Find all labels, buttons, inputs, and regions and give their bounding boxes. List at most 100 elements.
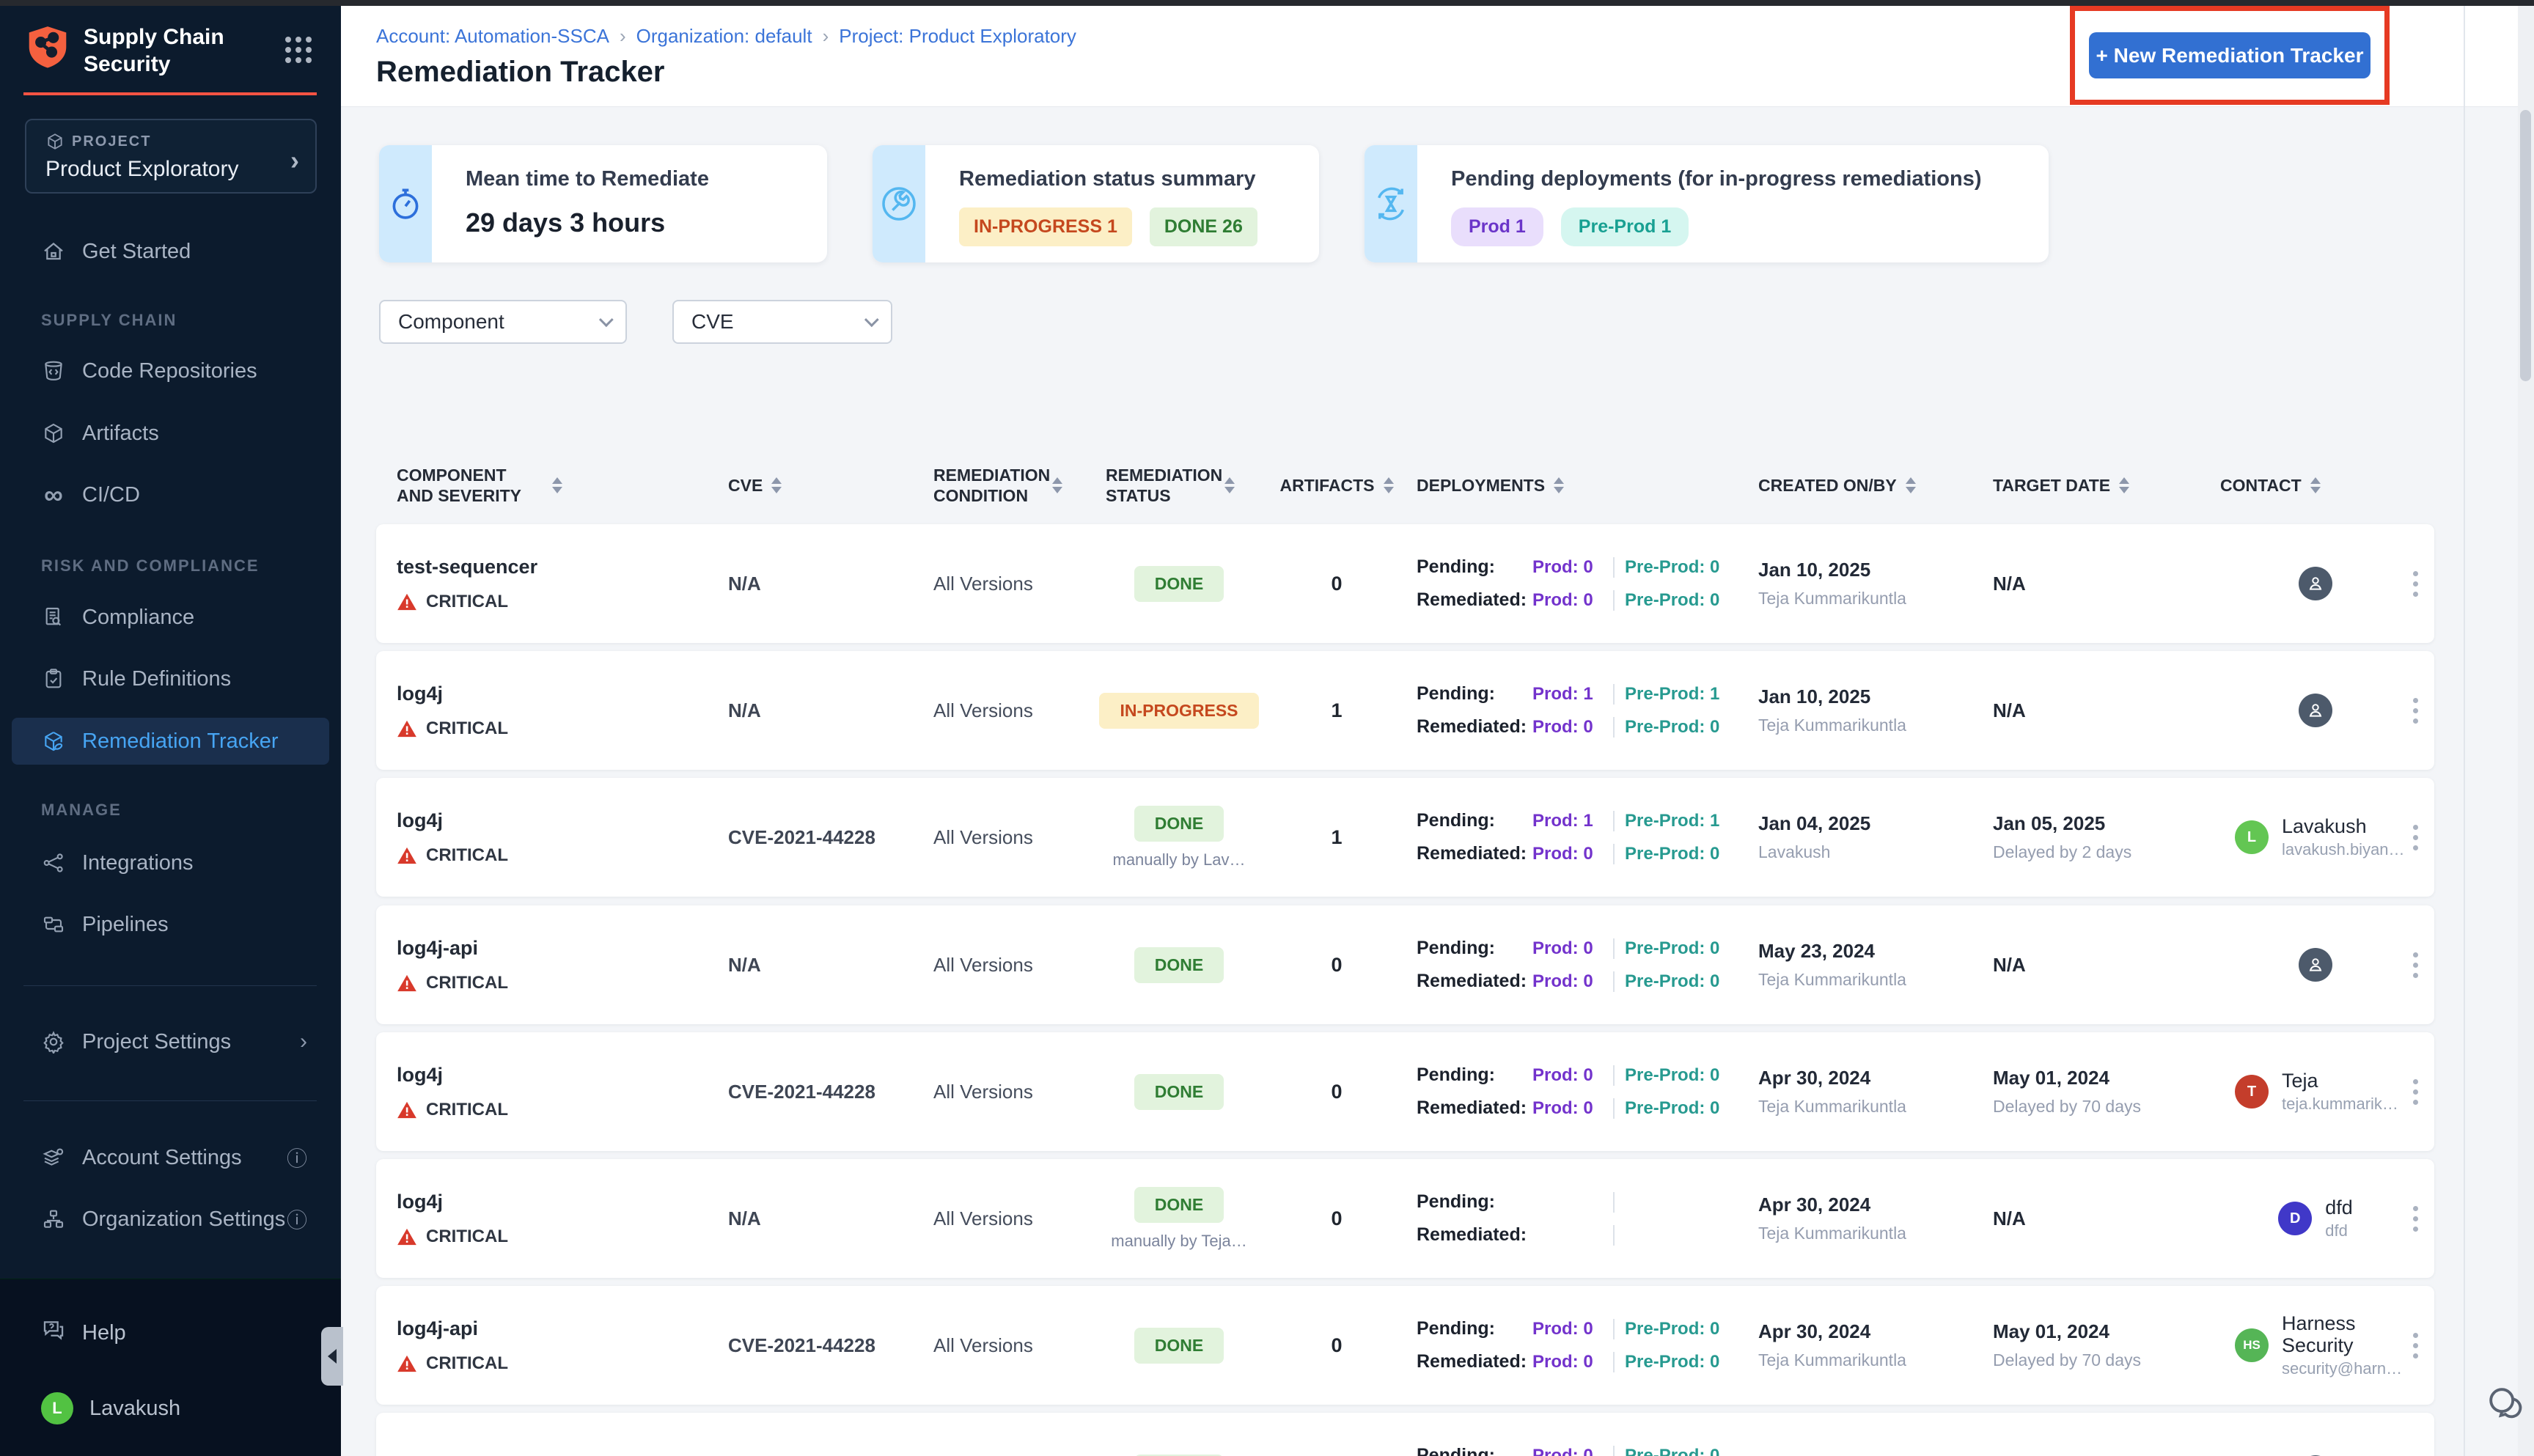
sidebar-item-label: Project Settings bbox=[82, 1029, 232, 1054]
column-header-remediation-status[interactable]: REMEDIATION STATUS bbox=[1091, 465, 1267, 506]
artifacts-cell: 0 bbox=[1331, 572, 1343, 595]
card-mean-time-to-remediate: Mean time to Remediate 29 days 3 hours bbox=[379, 145, 827, 262]
sidebar-item-rule-definitions[interactable]: Rule Definitions bbox=[12, 655, 329, 702]
severity-label: CRITICAL bbox=[426, 1353, 508, 1373]
project-selector[interactable]: PROJECT Product Exploratory › bbox=[25, 119, 317, 194]
sidebar-collapse-handle[interactable] bbox=[321, 1327, 343, 1386]
card-icon-strip bbox=[379, 145, 432, 262]
app-logo-row: Supply Chain Security bbox=[23, 22, 317, 78]
card-icon-strip bbox=[873, 145, 925, 262]
card-title: Remediation status summary bbox=[959, 167, 1256, 191]
layers-gear-icon bbox=[41, 1145, 66, 1170]
sidebar-item-artifacts[interactable]: Artifacts bbox=[12, 410, 329, 457]
sidebar-item-help[interactable]: Help bbox=[41, 1317, 126, 1348]
table-row[interactable]: log4j-api CRITICAL N/A All Versions DONE… bbox=[376, 905, 2434, 1024]
sidebar-item-code-repositories[interactable]: Code Repositories bbox=[12, 348, 329, 394]
sidebar-user[interactable]: L Lavakush bbox=[41, 1392, 180, 1424]
row-menu-button[interactable] bbox=[2396, 570, 2434, 597]
sidebar-item-project-settings[interactable]: Project Settings › bbox=[12, 1018, 329, 1065]
column-header-target-date[interactable]: TARGET DATE bbox=[1978, 475, 2206, 496]
sidebar-item-label: Get Started bbox=[82, 239, 191, 263]
created-on-by-cell: Jan 10, 2025 Teja Kummarikuntla bbox=[1744, 559, 1978, 608]
component-name: log4j-api bbox=[397, 1317, 479, 1339]
share-nodes-icon bbox=[41, 850, 66, 875]
sidebar-item-integrations[interactable]: Integrations bbox=[12, 839, 329, 886]
breadcrumb-organization[interactable]: Organization: default bbox=[636, 25, 812, 48]
contact-name: Lavakush bbox=[2282, 815, 2367, 837]
row-menu-button[interactable] bbox=[2396, 1078, 2434, 1105]
table-row[interactable]: xz-libs DONE Pending: Prod: 0 Pre-Prod: … bbox=[376, 1413, 2434, 1456]
column-header-deployments[interactable]: DEPLOYMENTS bbox=[1406, 475, 1744, 496]
target-delay-note: Delayed by 70 days bbox=[1993, 1097, 2142, 1116]
app-switcher-grid-icon[interactable] bbox=[281, 32, 316, 67]
severity: CRITICAL bbox=[397, 718, 713, 739]
remediation-condition-cell: All Versions bbox=[933, 826, 1033, 848]
remediated-label: Remediated: bbox=[1417, 716, 1527, 737]
contact-cell: D dfd dfd bbox=[2206, 1196, 2396, 1240]
value-divider bbox=[1613, 556, 1615, 578]
table-row[interactable]: test-sequencer CRITICAL N/A All Versions… bbox=[376, 524, 2434, 643]
target-delay-note: Delayed by 2 days bbox=[1993, 842, 2132, 861]
breadcrumb-project[interactable]: Project: Product Exploratory bbox=[839, 25, 1076, 48]
severity: CRITICAL bbox=[397, 845, 713, 866]
column-header-created[interactable]: CREATED ON/BY bbox=[1744, 475, 1978, 496]
table-header: COMPONENT AND SEVERITY CVE REMEDIATION C… bbox=[376, 456, 2434, 515]
org-hierarchy-icon bbox=[41, 1207, 66, 1232]
row-menu-button[interactable] bbox=[2396, 824, 2434, 850]
document-search-icon bbox=[41, 605, 66, 630]
avatar-initials: D bbox=[2289, 1210, 2301, 1227]
remediated-label: Remediated: bbox=[1417, 1224, 1527, 1245]
table-row[interactable]: log4j CRITICAL N/A All Versions IN-PROGR… bbox=[376, 651, 2434, 770]
kebab-icon bbox=[2412, 1332, 2418, 1358]
contact-info: Teja teja.kummarik… bbox=[2282, 1070, 2398, 1114]
sidebar-item-account-settings[interactable]: Account Settings ⓘ bbox=[12, 1134, 329, 1181]
cve-cell: N/A bbox=[728, 572, 761, 595]
remediated-prod: Prod: 0 bbox=[1532, 843, 1593, 864]
column-header-contact[interactable]: CONTACT bbox=[2206, 475, 2396, 496]
sidebar-item-remediation-tracker[interactable]: Remediation Tracker bbox=[12, 718, 329, 765]
sidebar-item-cicd[interactable]: ∞ CI/CD bbox=[12, 471, 329, 518]
table-row[interactable]: log4j-api CRITICAL CVE-2021-44228 All Ve… bbox=[376, 1286, 2434, 1405]
sidebar-item-pipelines[interactable]: Pipelines bbox=[12, 901, 329, 948]
avatar bbox=[2299, 694, 2332, 727]
severity: CRITICAL bbox=[397, 1227, 713, 1247]
sidebar-item-compliance[interactable]: Compliance bbox=[12, 594, 329, 641]
column-header-artifacts[interactable]: ARTIFACTS bbox=[1267, 475, 1406, 496]
row-menu-button[interactable] bbox=[2396, 1332, 2434, 1358]
component-name: log4j bbox=[397, 682, 444, 705]
column-header-component[interactable]: COMPONENT AND SEVERITY bbox=[376, 465, 713, 506]
table-row[interactable]: log4j CRITICAL CVE-2021-44228 All Versio… bbox=[376, 778, 2434, 897]
table-row[interactable]: log4j CRITICAL CVE-2021-44228 All Versio… bbox=[376, 1032, 2434, 1151]
deployments-cell: Pending: Prod: 0 Pre-Prod: 0 Remediated:… bbox=[1406, 938, 1744, 992]
value-divider bbox=[1613, 716, 1615, 738]
pending-preprod: Pre-Prod: 0 bbox=[1625, 556, 1720, 577]
table-row[interactable]: log4j CRITICAL N/A All Versions DONE man… bbox=[376, 1159, 2434, 1278]
value-divider bbox=[1613, 971, 1615, 992]
scrollbar-track[interactable] bbox=[2518, 6, 2534, 1456]
column-header-remediation-condition[interactable]: REMEDIATION CONDITION bbox=[919, 465, 1091, 506]
cve-cell: CVE-2021-44228 bbox=[728, 1080, 875, 1103]
component-filter-dropdown[interactable]: Component bbox=[379, 300, 627, 344]
info-icon[interactable]: ⓘ bbox=[287, 1205, 307, 1234]
row-menu-button[interactable] bbox=[2396, 952, 2434, 978]
cve-cell: CVE-2021-44228 bbox=[728, 826, 875, 848]
pending-label: Pending: bbox=[1417, 1065, 1495, 1085]
mttr-value: 29 days 3 hours bbox=[466, 207, 666, 238]
sidebar-item-organization-settings[interactable]: Organization Settings ⓘ bbox=[12, 1196, 329, 1243]
support-chat-icon[interactable] bbox=[2484, 1383, 2527, 1425]
target-date-cell: Jan 05, 2025 Delayed by 2 days bbox=[1978, 812, 2206, 862]
row-menu-button[interactable] bbox=[2396, 1205, 2434, 1232]
cve-filter-dropdown[interactable]: CVE bbox=[672, 300, 892, 344]
target-delay-note: Delayed by 70 days bbox=[1993, 1350, 2142, 1369]
column-header-cve[interactable]: CVE bbox=[713, 475, 919, 496]
sort-icon bbox=[771, 477, 782, 493]
scrollbar-thumb[interactable] bbox=[2520, 110, 2531, 381]
remediation-condition-cell: All Versions bbox=[933, 699, 1033, 721]
info-icon[interactable]: ⓘ bbox=[287, 1143, 307, 1172]
sidebar-item-get-started[interactable]: Get Started bbox=[12, 228, 329, 275]
sort-icon bbox=[1383, 477, 1394, 493]
pipeline-icon bbox=[41, 912, 66, 937]
breadcrumb-account[interactable]: Account: Automation-SSCA bbox=[376, 25, 609, 48]
kebab-icon bbox=[2412, 570, 2418, 597]
row-menu-button[interactable] bbox=[2396, 697, 2434, 724]
